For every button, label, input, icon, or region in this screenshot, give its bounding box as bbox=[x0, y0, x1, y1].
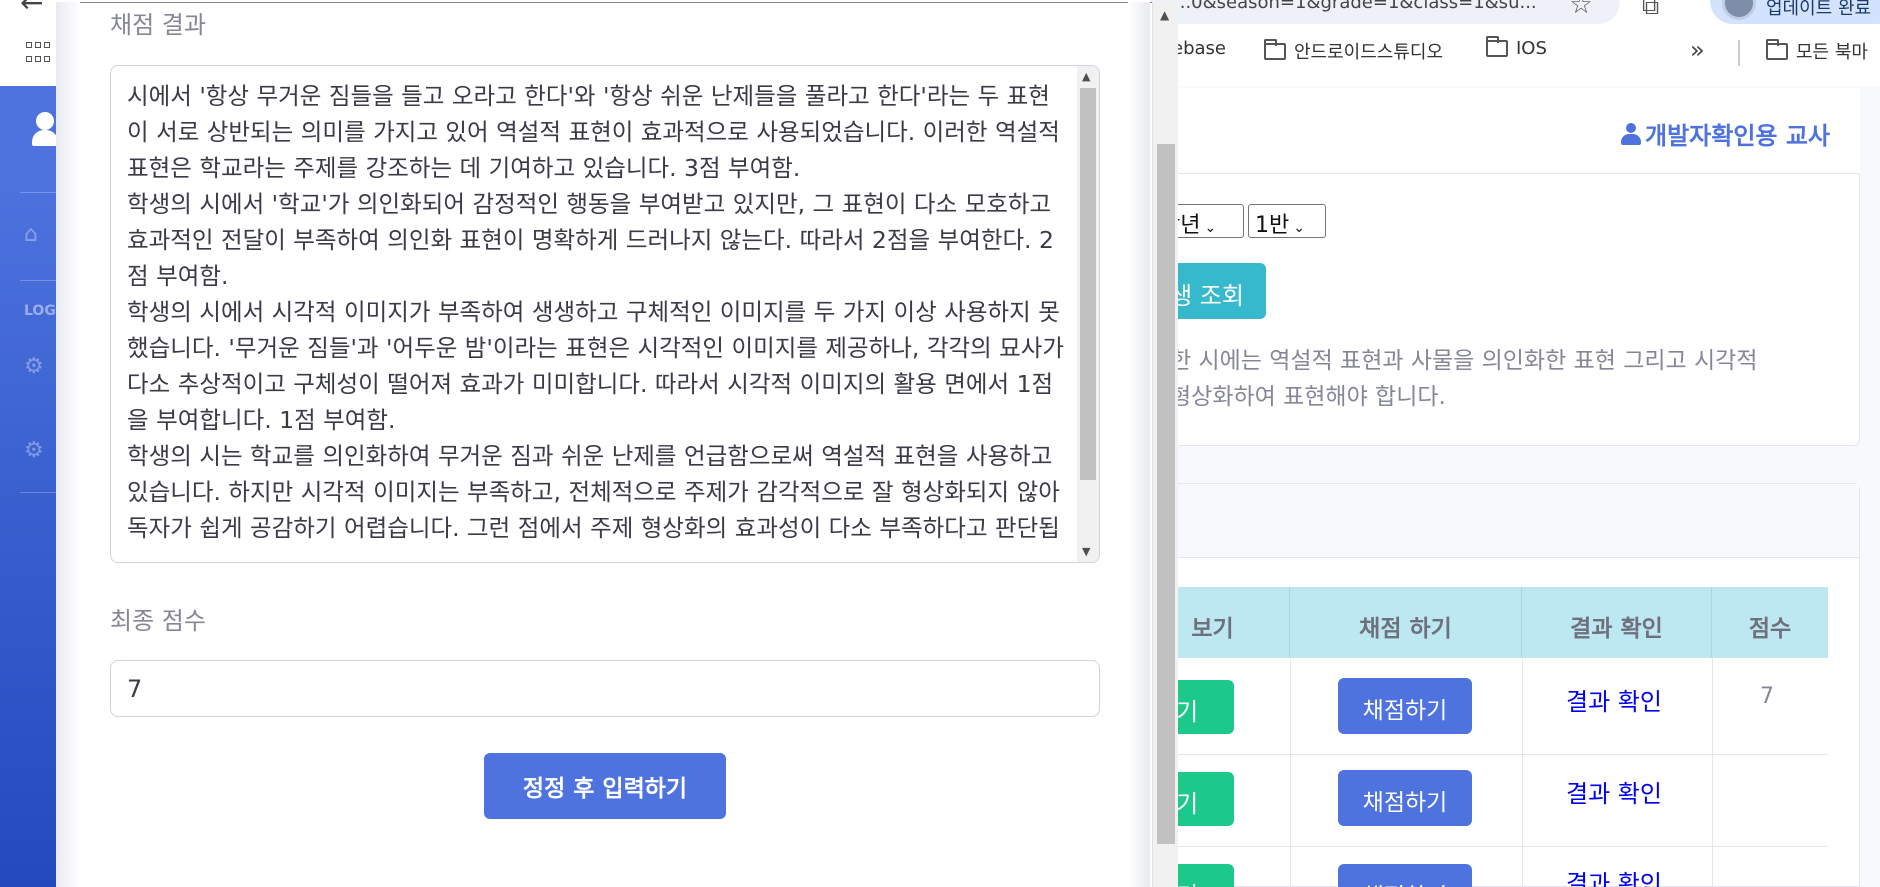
result-link[interactable]: 결과 확인 bbox=[1566, 774, 1662, 809]
final-score-label: 최종 점수 bbox=[110, 607, 206, 635]
sidebar-school-icon[interactable]: ⌂ bbox=[24, 222, 38, 247]
bookmark-ios[interactable]: IOS bbox=[1486, 36, 1547, 59]
grade-button[interactable]: 채점하기 bbox=[1338, 770, 1472, 826]
profile-label: 업데이트 완료 bbox=[1766, 0, 1872, 19]
grade-button[interactable]: 채점하기 bbox=[1338, 678, 1472, 734]
teacher-label: 개발자확인용 교사 bbox=[1645, 122, 1830, 150]
final-score-input[interactable] bbox=[110, 660, 1100, 717]
address-bar[interactable]: ...0&season=1&grade=1&class=1&su... bbox=[1150, 0, 1620, 24]
result-paragraph: 학생의 시에서 시각적 이미지가 부족하여 생생하고 구체적인 이미지를 두 가… bbox=[127, 298, 1065, 434]
folder-icon bbox=[1264, 38, 1286, 60]
table-row-divider bbox=[1160, 754, 1828, 755]
grading-result-label: 채점 결과 bbox=[110, 11, 206, 39]
sidebar bbox=[0, 86, 56, 887]
scroll-down-arrow-icon[interactable]: ▼ bbox=[1082, 545, 1090, 558]
address-bar-url: ...0&season=1&grade=1&class=1&su... bbox=[1174, 0, 1537, 13]
modal-scrollbar[interactable]: ▲ bbox=[1152, 2, 1178, 887]
extensions-icon[interactable]: ⧉ bbox=[1642, 0, 1672, 22]
submit-correction-button[interactable]: 정정 후 입력하기 bbox=[484, 753, 726, 819]
sidebar-user-icon bbox=[32, 112, 58, 146]
result-link[interactable]: 결과 확인 bbox=[1566, 864, 1662, 887]
apps-grid-icon[interactable] bbox=[26, 42, 50, 66]
table-header-view: 보기 bbox=[1160, 587, 1290, 658]
sidebar-gear-icon[interactable]: ⚙ bbox=[24, 354, 44, 379]
user-icon bbox=[1621, 122, 1641, 145]
card-header bbox=[1161, 484, 1859, 558]
table-header-result: 결과 확인 bbox=[1522, 587, 1712, 658]
table-header-score: 점수 bbox=[1712, 587, 1828, 658]
sidebar-divider bbox=[20, 280, 56, 281]
grade-button[interactable]: 채점하기 bbox=[1338, 864, 1472, 887]
scroll-thumb[interactable] bbox=[1157, 144, 1175, 844]
bookmark-android-studio[interactable]: 안드로이드스튜디오 bbox=[1264, 38, 1443, 64]
instruction-text: 한 시에는 역설적 표현과 사물을 의인화한 표현 그리고 시각적 형상화하여 … bbox=[1170, 348, 1758, 410]
result-link[interactable]: 결과 확인 bbox=[1566, 682, 1662, 717]
result-paragraph: 학생의 시는 학교를 의인화하여 무거운 짐과 쉬운 난제를 언급함으로써 역설… bbox=[127, 442, 1060, 542]
textarea-scrollbar[interactable]: ▲ ▼ bbox=[1077, 66, 1099, 562]
bookmarks-more-icon[interactable]: » bbox=[1690, 36, 1705, 64]
table-col-divider bbox=[1290, 658, 1291, 887]
topbar: 개발자확인용 교사 bbox=[1160, 88, 1860, 174]
folder-icon bbox=[1766, 38, 1788, 60]
modal-edge bbox=[56, 2, 80, 887]
chevron-down-icon: ⌄ bbox=[1204, 220, 1217, 236]
sidebar-gear-icon[interactable]: ⚙ bbox=[24, 438, 44, 463]
teacher-account-link[interactable]: 개발자확인용 교사 bbox=[1621, 116, 1830, 151]
sidebar-divider bbox=[20, 492, 56, 493]
table-row-divider bbox=[1160, 846, 1828, 847]
bookmark-all[interactable]: 모든 북마 bbox=[1766, 38, 1868, 64]
table-header-grade: 채점 하기 bbox=[1290, 587, 1522, 658]
folder-icon bbox=[1486, 36, 1508, 57]
table-col-divider bbox=[1712, 658, 1713, 887]
student-table-card bbox=[1160, 483, 1860, 887]
table-col-divider bbox=[1522, 658, 1523, 887]
modal-edge bbox=[1128, 2, 1150, 887]
sidebar-heading: LOG bbox=[24, 303, 56, 319]
grading-result-textarea[interactable]: 시에서 '항상 무거운 짐들을 들고 오라고 한다'와 '항상 쉬운 난제들을 … bbox=[110, 65, 1100, 563]
class-select[interactable]: 1반 ⌄ bbox=[1248, 204, 1326, 238]
bookmarks-divider bbox=[1738, 40, 1740, 66]
scroll-thumb[interactable] bbox=[1080, 88, 1096, 480]
sidebar-divider bbox=[20, 192, 56, 193]
result-paragraph: 시에서 '항상 무거운 짐들을 들고 오라고 한다'와 '항상 쉬운 난제들을 … bbox=[127, 82, 1060, 182]
grading-result-text: 시에서 '항상 무거운 짐들을 들고 오라고 한다'와 '항상 쉬운 난제들을 … bbox=[127, 78, 1071, 548]
scroll-up-arrow-icon[interactable]: ▲ bbox=[1160, 8, 1169, 22]
back-arrow-icon[interactable]: ← bbox=[20, 0, 43, 19]
scroll-up-arrow-icon[interactable]: ▲ bbox=[1082, 70, 1090, 83]
bookmark-star-icon[interactable]: ☆ bbox=[1566, 0, 1596, 20]
chevron-down-icon: ⌄ bbox=[1293, 220, 1305, 236]
score-cell: 7 bbox=[1760, 684, 1774, 709]
result-paragraph: 학생의 시에서 '학교'가 의인화되어 감정적인 행동을 부여받고 있지만, 그… bbox=[127, 190, 1054, 290]
